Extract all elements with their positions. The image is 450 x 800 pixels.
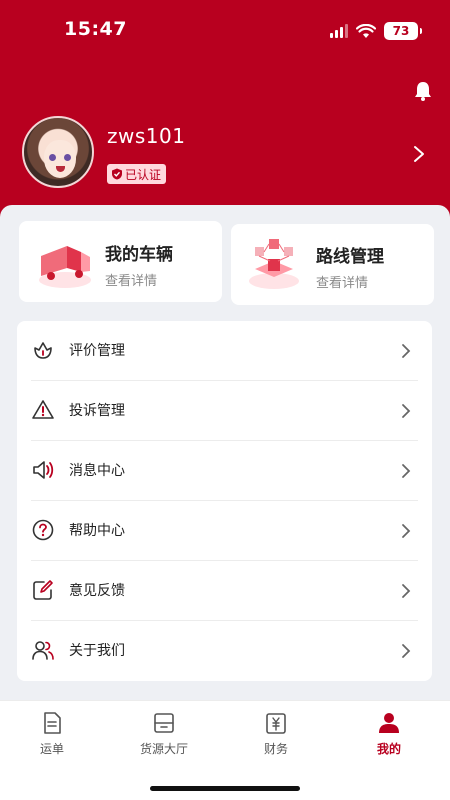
- card-title: 路线管理: [316, 247, 384, 267]
- tab-label: 我的: [376, 742, 401, 756]
- chevron-right-icon: [402, 524, 411, 538]
- tab-cargo-hall[interactable]: 货源大厅: [124, 711, 204, 757]
- person-icon: [379, 713, 399, 733]
- battery-level: 73: [392, 24, 410, 38]
- home-indicator: [150, 786, 300, 791]
- menu-item-messages[interactable]: 消息中心: [17, 441, 432, 501]
- yen-icon: [266, 713, 286, 734]
- truck-icon: [39, 246, 91, 288]
- tab-waybill[interactable]: 运单: [12, 711, 92, 757]
- menu-item-help[interactable]: 帮助中心: [17, 501, 432, 561]
- warning-icon: [32, 400, 54, 419]
- status-icons: 73: [330, 22, 422, 40]
- speaker-icon: [33, 461, 54, 479]
- menu-item-complaints[interactable]: 投诉管理: [17, 381, 432, 441]
- document-icon: [44, 712, 61, 734]
- chevron-right-icon: [402, 464, 411, 478]
- menu-item-reviews[interactable]: 评价管理: [17, 321, 432, 381]
- shield-check-icon: [112, 168, 122, 180]
- verified-label: 已认证: [125, 167, 162, 182]
- status-time: 15:47: [64, 18, 127, 40]
- menu-label: 意见反馈: [69, 583, 125, 599]
- tab-label: 财务: [263, 742, 288, 756]
- menu-label: 评价管理: [69, 343, 125, 359]
- avatar[interactable]: [22, 116, 94, 188]
- chevron-right-icon: [402, 644, 411, 658]
- menu-label: 消息中心: [69, 463, 125, 479]
- verified-badge: 已认证: [107, 164, 167, 184]
- chevron-right-icon[interactable]: [412, 145, 426, 163]
- tab-label: 运单: [39, 742, 64, 756]
- card-subtitle: 查看详情: [316, 276, 369, 291]
- chevron-right-icon: [402, 404, 411, 418]
- chevron-right-icon: [402, 344, 411, 358]
- wifi-icon: [356, 23, 376, 38]
- menu-label: 帮助中心: [69, 523, 125, 539]
- users-icon: [32, 641, 54, 660]
- flower-icon: [34, 342, 52, 359]
- my-vehicles-card[interactable]: 我的车辆 查看详情: [19, 221, 222, 302]
- status-bar: 15:47 73: [0, 0, 450, 60]
- chevron-right-icon: [402, 584, 411, 598]
- tab-label: 货源大厅: [139, 742, 188, 756]
- signal-icon: [330, 24, 348, 38]
- tab-mine[interactable]: 我的: [349, 711, 429, 757]
- card-title: 我的车辆: [105, 245, 173, 265]
- avatar-face: [44, 140, 76, 178]
- cargo-icon: [154, 713, 174, 733]
- edit-icon: [33, 580, 53, 600]
- menu-label: 关于我们: [69, 643, 125, 659]
- battery-indicator: 73: [384, 22, 422, 40]
- bottom-tab-bar: 运单 货源大厅 财务 我的: [0, 700, 450, 800]
- menu-item-about[interactable]: 关于我们: [17, 621, 432, 681]
- route-icon: [249, 239, 299, 289]
- menu-item-feedback[interactable]: 意见反馈: [17, 561, 432, 621]
- help-icon: [32, 519, 54, 541]
- tab-finance[interactable]: 财务: [236, 711, 316, 757]
- bell-icon[interactable]: [412, 80, 434, 102]
- route-management-card[interactable]: 路线管理 查看详情: [231, 224, 434, 305]
- username[interactable]: zws101: [107, 124, 185, 148]
- card-subtitle: 查看详情: [105, 274, 158, 289]
- settings-menu: 评价管理 投诉管理 消息中心 帮助中心 意见反馈 关于我们: [17, 321, 432, 681]
- menu-label: 投诉管理: [69, 403, 125, 419]
